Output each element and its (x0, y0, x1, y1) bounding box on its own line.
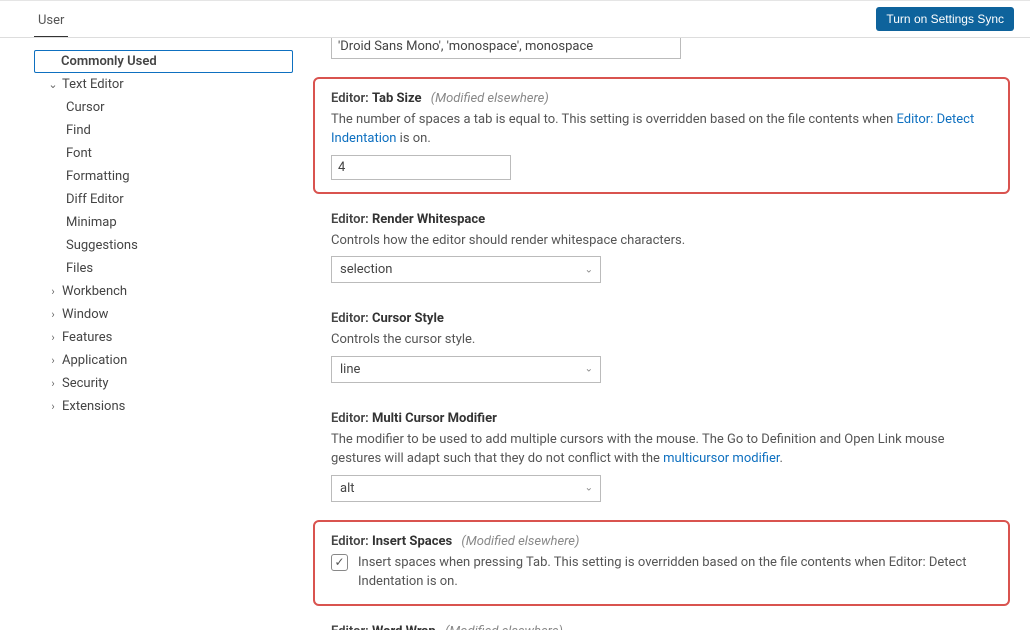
select-value: selection (331, 256, 601, 283)
chevron-down-icon: ⌄ (46, 78, 60, 91)
tree-item-label: Security (62, 376, 109, 391)
tree-item-cursor[interactable]: Cursor (34, 96, 293, 119)
insert-spaces-checkbox[interactable]: ✓ (331, 554, 348, 571)
settings-sync-button[interactable]: Turn on Settings Sync (876, 7, 1014, 31)
tree-item-minimap[interactable]: Minimap (34, 211, 293, 234)
chevron-right-icon: › (46, 377, 60, 390)
setting-title: Editor: Tab Size (Modified elsewhere) (331, 91, 992, 106)
font-family-input[interactable] (331, 38, 681, 59)
tree-item-label: Features (62, 330, 112, 345)
tree-item-label: Diff Editor (66, 192, 124, 207)
tree-item-commonly-used[interactable]: Commonly Used (34, 50, 293, 73)
layout: Commonly Used⌄Text EditorCursorFindFontF… (0, 38, 1030, 630)
chevron-right-icon: › (46, 331, 60, 344)
settings-content: Controls the font family. Editor: Tab Si… (293, 38, 1030, 630)
tree-item-label: Text Editor (62, 77, 124, 92)
setting-title: Editor: Cursor Style (331, 311, 992, 326)
modified-badge: (Modified elsewhere) (431, 91, 549, 106)
tree-item-application[interactable]: ›Application (34, 349, 293, 372)
tree-item-label: Window (62, 307, 108, 322)
tree-item-files[interactable]: Files (34, 257, 293, 280)
setting-cursor-style: Editor: Cursor Style Controls the cursor… (313, 297, 1010, 397)
setting-link[interactable]: multicursor modifier (663, 451, 779, 466)
tree-item-suggestions[interactable]: Suggestions (34, 234, 293, 257)
chevron-right-icon: › (46, 308, 60, 321)
setting-title: Editor: Render Whitespace (331, 212, 992, 227)
setting-multi-cursor-modifier: Editor: Multi Cursor Modifier The modifi… (313, 397, 1010, 516)
chevron-right-icon: › (46, 400, 60, 413)
tree-item-window[interactable]: ›Window (34, 303, 293, 326)
tree-item-diff-editor[interactable]: Diff Editor (34, 188, 293, 211)
multi-cursor-modifier-select[interactable]: alt ⌄ (331, 475, 601, 502)
tree-item-extensions[interactable]: ›Extensions (34, 395, 293, 418)
setting-insert-spaces: Editor: Insert Spaces (Modified elsewher… (313, 520, 1010, 606)
modified-badge: (Modified elsewhere) (445, 624, 563, 631)
setting-title: Editor: Multi Cursor Modifier (331, 411, 992, 426)
tree-item-label: Commonly Used (61, 54, 157, 69)
settings-tree: Commonly Used⌄Text EditorCursorFindFontF… (0, 38, 293, 630)
setting-desc: Controls the cursor style. (331, 330, 992, 350)
tree-item-workbench[interactable]: ›Workbench (34, 280, 293, 303)
select-value: line (331, 356, 601, 383)
desc-text: The number of spaces a tab is equal to. … (331, 112, 897, 127)
setting-font-family: Controls the font family. (313, 38, 1010, 73)
setting-prefix: Editor: (331, 411, 369, 426)
desc-text: Insert spaces when pressing (358, 555, 526, 570)
tree-item-formatting[interactable]: Formatting (34, 165, 293, 188)
tree-item-label: Extensions (62, 399, 125, 414)
chevron-right-icon: › (46, 354, 60, 367)
tree-item-security[interactable]: ›Security (34, 372, 293, 395)
setting-title: Editor: Word Wrap (Modified elsewhere) (331, 624, 992, 631)
setting-prefix: Editor: (331, 534, 369, 549)
setting-render-whitespace: Editor: Render Whitespace Controls how t… (313, 198, 1010, 298)
cursor-style-select[interactable]: line ⌄ (331, 356, 601, 383)
tree-item-label: Font (66, 146, 92, 161)
setting-name: Tab Size (372, 91, 422, 106)
setting-name: Insert Spaces (372, 534, 452, 549)
tree-item-label: Formatting (66, 169, 130, 184)
tree-item-find[interactable]: Find (34, 119, 293, 142)
setting-name: Render Whitespace (372, 212, 485, 227)
tree-item-font[interactable]: Font (34, 142, 293, 165)
setting-word-wrap: Editor: Word Wrap (Modified elsewhere) C… (313, 610, 1010, 631)
setting-name: Cursor Style (372, 311, 444, 326)
setting-name: Word Wrap (372, 624, 436, 631)
setting-desc: The number of spaces a tab is equal to. … (331, 110, 992, 149)
setting-title: Editor: Insert Spaces (Modified elsewher… (331, 534, 992, 549)
check-label: Insert spaces when pressing Tab. This se… (358, 553, 992, 592)
tab-user[interactable]: User (34, 5, 68, 37)
setting-prefix: Editor: (331, 212, 369, 227)
check-row: ✓ Insert spaces when pressing Tab. This … (331, 553, 992, 592)
chevron-right-icon: › (46, 285, 60, 298)
tree-item-label: Minimap (66, 215, 117, 230)
tree-item-label: Files (66, 261, 93, 276)
desc-text: . This setting is overridden based on th… (547, 555, 888, 570)
desc-text: is on. (423, 574, 457, 589)
setting-desc: The modifier to be used to add multiple … (331, 430, 992, 469)
setting-prefix: Editor: (331, 311, 369, 326)
desc-text: The modifier to be used to add multiple … (331, 432, 945, 467)
tree-item-label: Find (66, 123, 91, 138)
desc-text: . (779, 451, 782, 466)
code-text: Tab (526, 555, 547, 570)
tree-item-label: Workbench (62, 284, 127, 299)
tab-size-input[interactable] (331, 155, 511, 180)
spacer (45, 55, 59, 68)
top-bar: User Turn on Settings Sync (0, 0, 1030, 38)
setting-prefix: Editor: (331, 91, 369, 106)
tree-item-label: Cursor (66, 100, 105, 115)
tree-item-features[interactable]: ›Features (34, 326, 293, 349)
desc-text: is on. (396, 131, 430, 146)
setting-prefix: Editor: (331, 624, 369, 631)
setting-tab-size: Editor: Tab Size (Modified elsewhere) Th… (313, 77, 1010, 194)
render-whitespace-select[interactable]: selection ⌄ (331, 256, 601, 283)
select-value: alt (331, 475, 601, 502)
tree-item-label: Suggestions (66, 238, 138, 253)
setting-desc: Controls how the editor should render wh… (331, 231, 992, 251)
tree-item-text-editor[interactable]: ⌄Text Editor (34, 73, 293, 96)
setting-name: Multi Cursor Modifier (372, 411, 497, 426)
modified-badge: (Modified elsewhere) (461, 534, 579, 549)
tree-item-label: Application (62, 353, 127, 368)
